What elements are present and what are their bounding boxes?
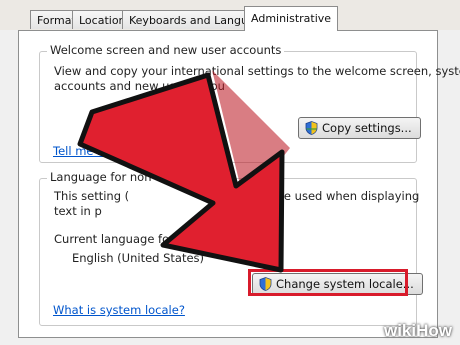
non-unicode-description-line2-start: text in p (54, 204, 102, 218)
uac-shield-icon (305, 121, 318, 135)
non-unicode-group-title: Language for non-U (47, 170, 168, 184)
region-language-dialog: Formats Location Keyboards and Languages… (0, 0, 460, 345)
current-language-label: Current language for non- (54, 232, 204, 246)
copy-settings-button[interactable]: Copy settings... (298, 117, 421, 139)
current-language-value: English (United States) (72, 251, 205, 265)
non-unicode-description-line1-start: This setting ( (54, 189, 130, 203)
copy-settings-label: Copy settings... (322, 121, 412, 135)
tell-me-more-link[interactable]: Tell me more a (53, 144, 138, 158)
welcome-group-title: Welcome screen and new user accounts (47, 43, 285, 57)
wikihow-watermark: wikiHow (383, 321, 452, 340)
tab-administrative[interactable]: Administrative (244, 6, 339, 31)
welcome-description-line2: accounts and new user accou (54, 79, 225, 93)
non-unicode-description-line1-end: guage used when displaying (255, 189, 420, 203)
highlight-box (248, 269, 408, 296)
tab-bar: Formats Location Keyboards and Languages… (0, 0, 460, 31)
welcome-description-line1: View and copy your international setting… (54, 64, 460, 78)
non-unicode-description-line2-end: e. (262, 204, 273, 218)
what-is-system-locale-link[interactable]: What is system locale? (53, 303, 185, 317)
